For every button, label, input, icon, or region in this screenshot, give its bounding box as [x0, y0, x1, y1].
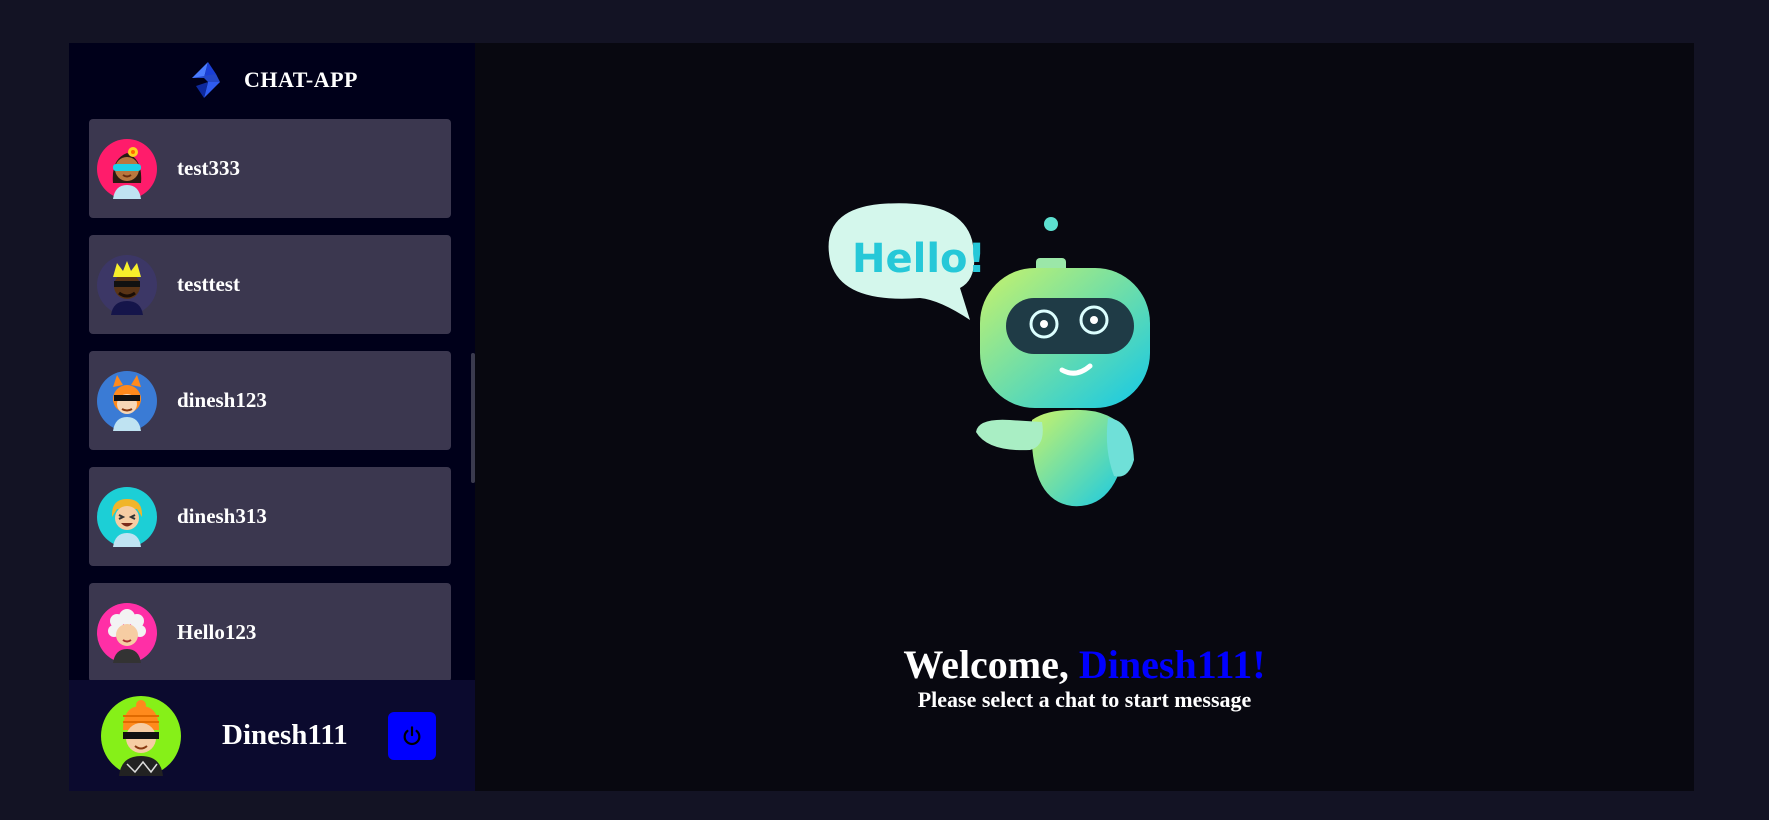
brand-header: CHAT-APP: [69, 43, 475, 117]
app-title: CHAT-APP: [244, 67, 358, 92]
welcome-greeting: Welcome,: [903, 642, 1079, 687]
sidebar: CHAT-APP test333 testtest dinesh123 dine…: [69, 43, 475, 791]
welcome-heading: Welcome, Dinesh111!: [475, 643, 1694, 687]
avatar-man-sunglasses-icon: [97, 254, 157, 315]
welcome-panel: Hello! Welcome, Dinesh111! Please select…: [475, 43, 1694, 791]
contact-name: dinesh123: [177, 388, 267, 412]
contact-item[interactable]: dinesh123: [89, 351, 451, 450]
contact-name: testtest: [177, 272, 240, 296]
contact-item[interactable]: testtest: [89, 235, 451, 334]
avatar-curly-hair-icon: [97, 602, 157, 663]
avatar-orange-beanie-sunglasses-icon: [101, 695, 181, 776]
power-icon: [403, 725, 421, 745]
contact-item[interactable]: test333: [89, 119, 451, 218]
contact-list[interactable]: test333 testtest dinesh123 dinesh313 Hel…: [69, 117, 475, 680]
robot-hello-illustration-icon: Hello!: [828, 203, 1150, 507]
avatar-blonde-laughing-icon: [97, 486, 157, 547]
welcome-message: Welcome, Dinesh111! Please select a chat…: [475, 643, 1694, 713]
app-logo-icon: [192, 62, 220, 98]
contact-name: test333: [177, 156, 240, 180]
current-user-bar: Dinesh111: [69, 680, 475, 791]
avatar-woman-visor-icon: [97, 138, 157, 199]
contact-name: Hello123: [177, 620, 257, 644]
chat-app-window: CHAT-APP test333 testtest dinesh123 dine…: [69, 43, 1694, 791]
contact-item[interactable]: dinesh313: [89, 467, 451, 566]
current-user-name: Dinesh111: [222, 719, 348, 751]
welcome-username: Dinesh111!: [1078, 642, 1266, 687]
welcome-subtitle: Please select a chat to start message: [917, 687, 1252, 712]
contact-name: dinesh313: [177, 504, 267, 528]
contact-item[interactable]: Hello123: [89, 583, 451, 680]
hello-bubble-text: Hello!: [852, 236, 986, 282]
logout-button[interactable]: [388, 711, 436, 760]
avatar-fox-sunglasses-icon: [97, 370, 157, 431]
